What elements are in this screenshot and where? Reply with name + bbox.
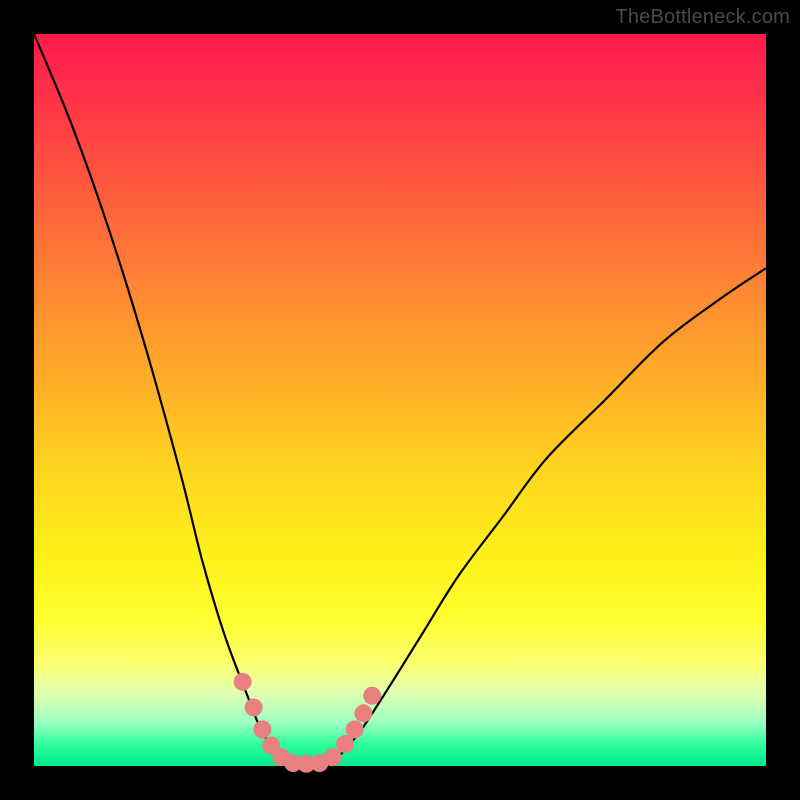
marker-point (346, 720, 364, 738)
marker-point (324, 748, 342, 766)
bottleneck-curve (34, 34, 766, 768)
chart-plot-area (34, 34, 766, 766)
marker-point (234, 673, 252, 691)
attribution-text: TheBottleneck.com (615, 6, 790, 29)
marker-point (245, 698, 263, 716)
marker-point (363, 687, 381, 705)
marker-point (253, 720, 271, 738)
chart-frame: TheBottleneck.com (0, 0, 800, 800)
chart-svg (34, 34, 766, 766)
marker-point (354, 704, 372, 722)
marker-group (234, 673, 382, 773)
